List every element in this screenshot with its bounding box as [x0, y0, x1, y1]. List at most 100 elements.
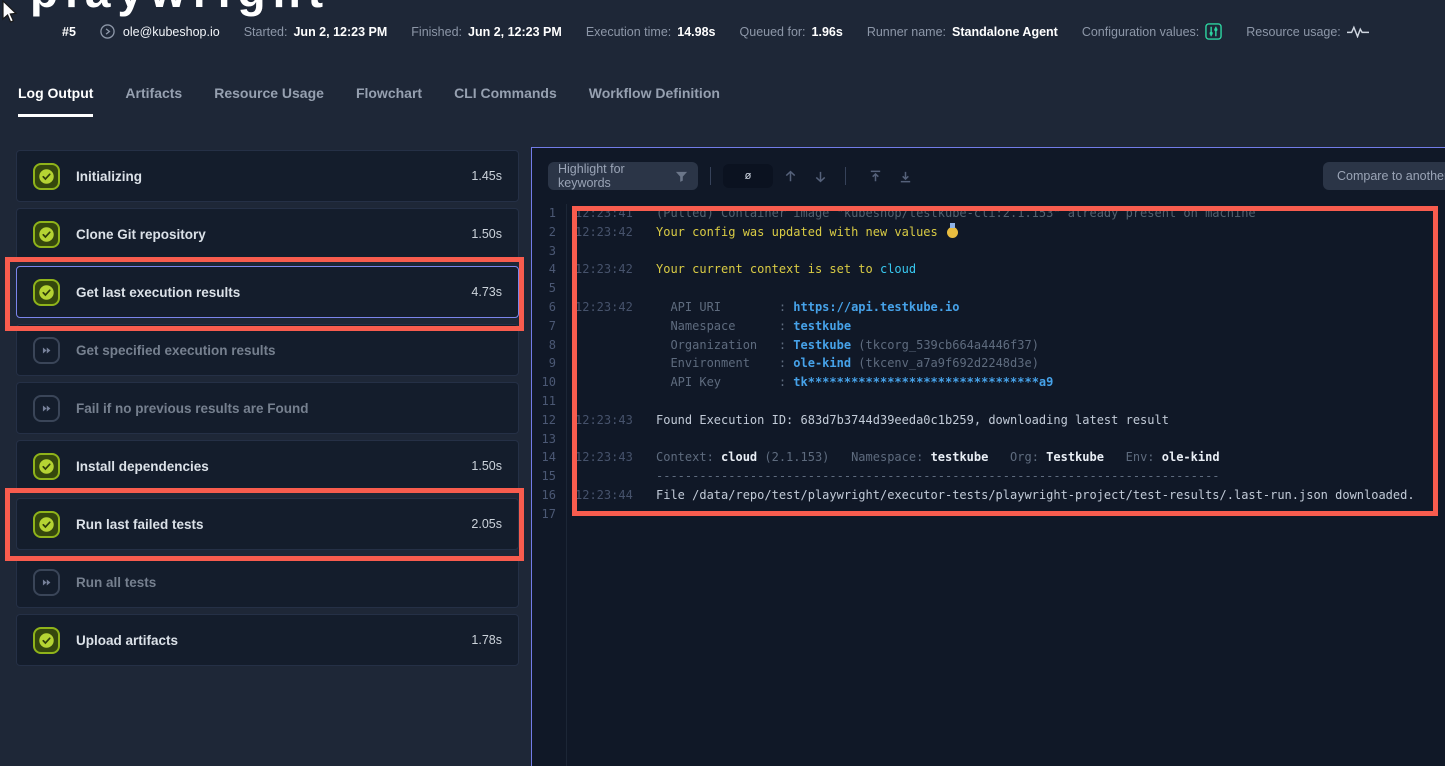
scroll-to-top-icon[interactable]: [862, 163, 888, 189]
log-line: 5: [532, 279, 1445, 298]
log-text: ole-kind: [1162, 450, 1220, 464]
step-item-get-last-execution-results[interactable]: Get last execution results4.73s: [16, 266, 519, 318]
line-number: 15: [536, 467, 556, 486]
line-number: 10: [536, 373, 556, 392]
step-item-run-all-tests[interactable]: Run all tests: [16, 556, 519, 608]
tab-cli-commands[interactable]: CLI Commands: [454, 85, 557, 117]
log-line: 11: [532, 392, 1445, 411]
line-number: 7: [536, 317, 556, 336]
log-line: 112:23:41(Pulled) Container image "kubes…: [532, 204, 1445, 223]
step-duration: 1.50s: [471, 459, 502, 473]
step-label: Get specified execution results: [76, 343, 502, 358]
meta-pair: Resource usage:: [1246, 23, 1369, 40]
step-item-install-dependencies[interactable]: Install dependencies1.50s: [16, 440, 519, 492]
activity-icon[interactable]: [1347, 25, 1369, 38]
log-text: testkube: [931, 450, 989, 464]
meta-label: Runner name:: [867, 25, 946, 39]
meta-pair: Finished:Jun 2, 12:23 PM: [411, 23, 562, 40]
tab-flowchart[interactable]: Flowchart: [356, 85, 422, 117]
log-text: API URI :: [656, 300, 793, 314]
line-number: 17: [536, 505, 556, 524]
step-duration: 2.05s: [471, 517, 502, 531]
meta-label: Configuration values:: [1082, 25, 1199, 39]
prev-match-button[interactable]: [777, 163, 803, 189]
skip-icon: [33, 337, 60, 364]
meta-label: Resource usage:: [1246, 25, 1341, 39]
meta-pair: Execution time:14.98s: [586, 23, 716, 40]
step-label: Run all tests: [76, 575, 502, 590]
meta-label: Started:: [244, 25, 288, 39]
meta-value: 1.96s: [812, 25, 843, 39]
sliders-icon[interactable]: [1205, 23, 1222, 40]
skip-icon: [33, 569, 60, 596]
line-number: 5: [536, 279, 556, 298]
log-text: cloud: [721, 450, 757, 464]
step-label: Fail if no previous results are Found: [76, 401, 502, 416]
tab-log-output[interactable]: Log Output: [18, 85, 93, 117]
log-text: Env:: [1104, 450, 1162, 464]
match-count-pill: ø: [723, 164, 773, 188]
log-line: 1412:23:43Context: cloud (2.1.153) Names…: [532, 448, 1445, 467]
log-line: 10 API Key : tk*************************…: [532, 373, 1445, 392]
log-text: Testkube: [1046, 450, 1104, 464]
step-label: Initializing: [76, 169, 471, 184]
meta-label: Finished:: [411, 25, 462, 39]
line-number: 16: [536, 486, 556, 505]
log-text: File /data/repo/test/playwright/executor…: [656, 488, 1415, 502]
step-item-fail-if-no-previous-results-are-found[interactable]: Fail if no previous results are Found: [16, 382, 519, 434]
log-toolbar: Highlight for keywords ø Compare to anot…: [532, 148, 1445, 204]
log-line: 7 Namespace : testkube: [532, 317, 1445, 336]
run-circle-icon: [100, 24, 115, 39]
meta-label: Queued for:: [740, 25, 806, 39]
log-text: Environment :: [656, 356, 793, 370]
log-text: Namespace :: [656, 319, 793, 333]
user-email: ole@kubeshop.io: [123, 25, 220, 39]
tab-resource-usage[interactable]: Resource Usage: [214, 85, 324, 117]
log-text: Found Execution ID: 683d7b3744d39eeda0c1…: [656, 413, 1169, 427]
step-item-run-last-failed-tests[interactable]: Run last failed tests2.05s: [16, 498, 519, 550]
step-item-get-specified-execution-results[interactable]: Get specified execution results: [16, 324, 519, 376]
log-text: ----------------------------------------…: [656, 469, 1220, 483]
match-count: ø: [745, 170, 752, 182]
tab-artifacts[interactable]: Artifacts: [125, 85, 182, 117]
execution-meta-bar: #5 ole@kubeshop.io Started:Jun 2, 12:23 …: [62, 23, 1445, 40]
check-icon: [33, 511, 60, 538]
log-text: https://api.testkube.io: [793, 300, 959, 314]
step-label: Clone Git repository: [76, 227, 471, 242]
toolbar-divider: [710, 167, 711, 185]
line-number: 9: [536, 354, 556, 373]
medal-icon: [947, 227, 958, 238]
step-label: Run last failed tests: [76, 517, 471, 532]
tab-workflow-definition[interactable]: Workflow Definition: [589, 85, 720, 117]
highlight-keywords-select[interactable]: Highlight for keywords: [548, 162, 698, 190]
log-text: tk********************************a9: [793, 375, 1053, 389]
check-icon: [33, 279, 60, 306]
tab-bar: Log Output Artifacts Resource Usage Flowcha…: [18, 85, 720, 117]
line-number: 3: [536, 242, 556, 261]
step-duration: 1.45s: [471, 169, 502, 183]
check-icon: [33, 163, 60, 190]
log-line: 13: [532, 430, 1445, 449]
mouse-cursor-icon: [0, 0, 20, 29]
log-lines: 112:23:41(Pulled) Container image "kubes…: [532, 204, 1445, 524]
log-text: (2.1.153): [757, 450, 829, 464]
step-label: Install dependencies: [76, 459, 471, 474]
step-item-upload-artifacts[interactable]: Upload artifacts1.78s: [16, 614, 519, 666]
compare-to-another-execution-button[interactable]: Compare to another exe: [1323, 162, 1445, 190]
step-duration: 1.50s: [471, 227, 502, 241]
log-timestamp: 12:23:43: [575, 411, 633, 430]
log-text: ole-kind: [793, 356, 851, 370]
log-line: 17: [532, 505, 1445, 524]
scroll-to-bottom-icon[interactable]: [892, 163, 918, 189]
log-text: (Pulled) Container image "kubeshop/testk…: [656, 206, 1256, 220]
next-match-button[interactable]: [807, 163, 833, 189]
step-item-clone-git-repository[interactable]: Clone Git repository1.50s: [16, 208, 519, 260]
meta-value: 14.98s: [677, 25, 715, 39]
line-number: 13: [536, 430, 556, 449]
step-item-initializing[interactable]: Initializing1.45s: [16, 150, 519, 202]
log-line: 412:23:42Your current context is set to …: [532, 260, 1445, 279]
toolbar-divider: [845, 167, 846, 185]
filter-funnel-icon: [675, 170, 688, 183]
step-label: Get last execution results: [76, 285, 471, 300]
execution-number: #5: [62, 25, 76, 39]
